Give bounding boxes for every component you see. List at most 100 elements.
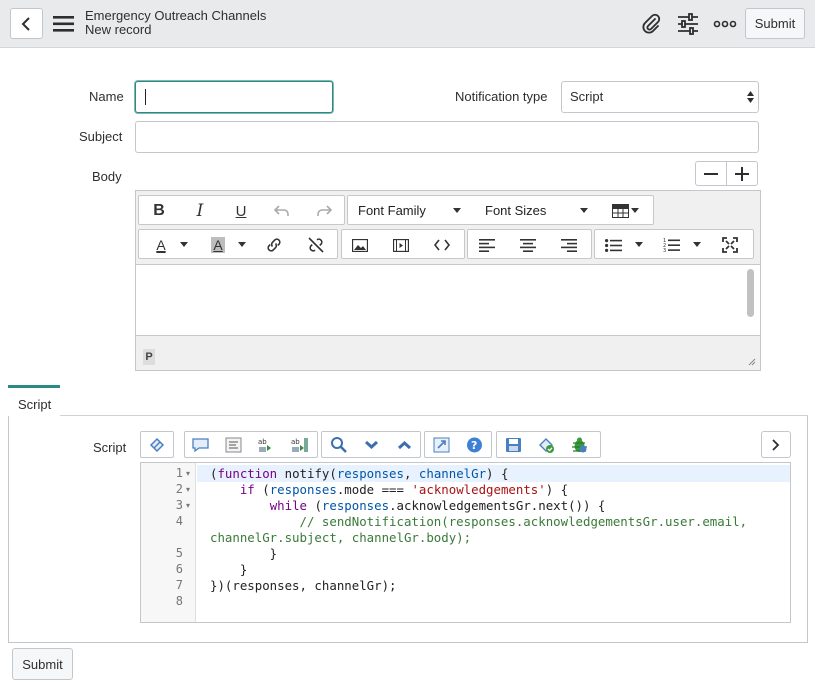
script-toolbar-group-4: ? [424,431,492,458]
fold-arrow-icon[interactable]: ▾ [186,501,190,510]
background-color-icon[interactable]: A [208,236,228,254]
name-label: Name [89,89,124,104]
svg-text:ab: ab [258,438,267,446]
fold-arrow-icon[interactable]: ▾ [186,485,190,494]
line-number: 6 [175,562,183,576]
script-toolbar-group-5 [496,431,601,458]
script-label: Script [93,440,127,455]
chevron-down-icon [238,242,246,247]
code-line-wrapped: channelGr.subject, channelGr.body); [210,530,472,545]
table-icon[interactable] [610,202,630,220]
chevron-down-icon [631,208,639,213]
expand-editor-button[interactable] [726,161,758,186]
hamburger-icon[interactable] [53,15,75,33]
submit-button-footer[interactable]: Submit [12,648,73,680]
toolbar-group-lists: 123 [594,229,754,259]
video-icon[interactable] [391,236,411,254]
code-line: } [210,546,278,561]
svg-text:ab: ab [291,438,300,446]
redo-icon[interactable] [314,202,334,220]
find-previous-icon[interactable] [395,436,414,454]
more-icon[interactable] [713,13,737,35]
debugger-bug-icon[interactable] [570,436,589,454]
script-debug-icon[interactable] [537,436,556,454]
text-color-icon[interactable]: A [151,236,171,254]
format-code-icon[interactable] [224,436,243,454]
undo-icon[interactable] [272,202,292,220]
toolbar-group-format: B I U [138,195,345,225]
fullscreen-icon[interactable] [720,236,740,254]
font-sizes-dropdown[interactable]: Font Sizes [485,203,546,218]
unlink-icon[interactable] [306,236,326,254]
bullet-list-icon[interactable] [603,236,623,254]
find-next-icon[interactable] [362,436,381,454]
toolbar-group-colors: A A [138,229,338,259]
subject-input[interactable] [135,121,759,153]
save-icon[interactable] [504,436,523,454]
link-icon[interactable] [264,236,284,254]
record-title: Emergency Outreach Channels New record [85,9,266,37]
svg-text:3: 3 [663,248,666,252]
submit-button-header[interactable]: Submit [745,8,805,39]
element-path: P [143,349,155,365]
align-left-icon[interactable] [477,236,497,254]
code-line: // sendNotification(responses.acknowledg… [210,514,748,529]
chevron-right-icon [772,438,780,451]
toggle-syntax-icon[interactable] [148,436,167,454]
line-number: 3 [175,498,183,512]
code-line: } [210,562,248,577]
line-number: 4 [175,514,183,528]
paperclip-icon[interactable] [639,13,663,35]
body-html-editor: B I U Font Family Font Sizes A A 123 P [135,190,761,371]
plus-icon [735,166,749,181]
editor-scrollbar[interactable] [747,269,754,317]
script-toolbar-group-1 [140,431,174,458]
bold-icon[interactable]: B [149,202,169,220]
notification-type-label: Notification type [455,89,548,104]
source-code-icon[interactable] [432,236,452,254]
font-family-dropdown[interactable]: Font Family [358,203,426,218]
fold-arrow-icon[interactable]: ▾ [186,469,190,478]
script-toolbar-group-3 [321,431,421,458]
search-icon[interactable] [329,436,348,454]
italic-icon[interactable]: I [190,201,210,221]
notification-type-value: Script [570,89,604,104]
svg-text:?: ? [471,439,477,452]
back-button[interactable] [10,8,43,39]
editor-content-area[interactable] [136,264,760,336]
chevron-down-icon [453,208,461,213]
resize-handle-icon[interactable] [747,357,756,366]
sliders-icon[interactable] [676,13,700,35]
numbered-list-icon[interactable]: 123 [661,236,681,254]
comment-icon[interactable] [191,436,210,454]
code-line: while (responses.acknowledgementsGr.next… [269,498,606,513]
align-center-icon[interactable] [518,236,538,254]
chevron-down-icon [580,208,588,213]
notification-type-select[interactable]: Script [561,81,759,113]
toolbar-group-align [467,229,592,259]
image-icon[interactable] [350,236,370,254]
toolbar-group-media [341,229,465,259]
code-line: if (responses.mode === 'acknowledgements… [239,482,569,497]
replace-icon[interactable]: ab [257,436,276,454]
chevron-down-icon [180,242,188,247]
help-icon[interactable]: ? [465,436,484,454]
collapse-editor-button[interactable] [695,161,727,186]
tab-script[interactable]: Script [8,385,60,416]
expand-script-button[interactable] [761,431,791,458]
script-include-icon[interactable] [432,436,451,454]
line-number: 8 [175,594,183,608]
name-input[interactable] [135,81,333,113]
select-arrows-icon [747,91,754,103]
text-cursor [145,89,146,105]
replace-all-icon[interactable]: ab [290,436,309,454]
subject-label: Subject [79,129,123,144]
script-toolbar-group-2: ab ab [184,431,318,458]
align-right-icon[interactable] [559,236,579,254]
toolbar-group-fonts: Font Family Font Sizes [347,195,654,225]
script-code-editor[interactable]: 1 ▾ 2 ▾ 3 ▾ 4 5 6 7 8 (function notify(responses, … [140,462,791,623]
code-line: (function notify(responses, channelGr) { [210,466,509,481]
line-number: 1 [175,466,183,480]
underline-icon[interactable]: U [231,202,251,220]
record-subtitle: New record [85,22,152,37]
